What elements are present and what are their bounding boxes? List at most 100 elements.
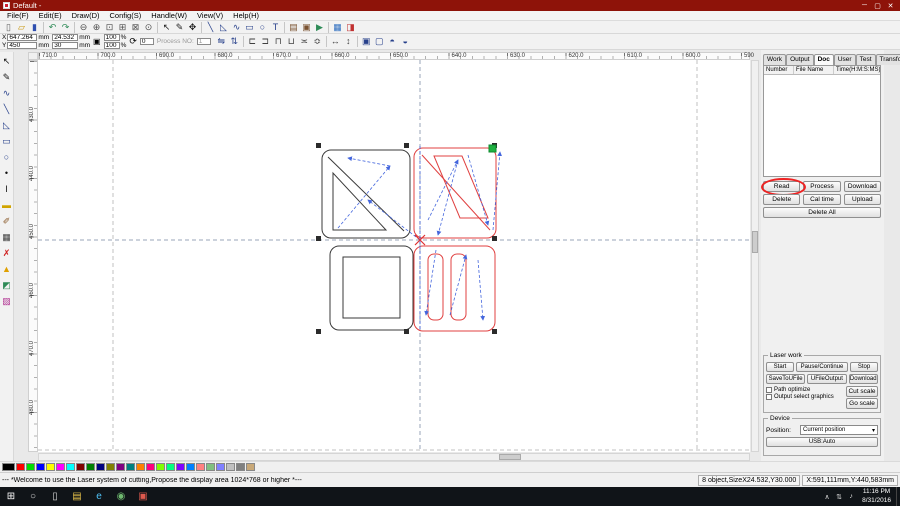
simulate-icon[interactable]: ▶	[313, 21, 326, 33]
laserwork-app-icon[interactable]: ▣	[132, 487, 154, 506]
color-swatch[interactable]	[146, 463, 155, 471]
x-position-input[interactable]	[7, 34, 37, 41]
tab-work[interactable]: Work	[763, 54, 786, 65]
color-swatch[interactable]	[86, 463, 95, 471]
minimize-button[interactable]: ─	[858, 2, 871, 9]
draw-text-icon[interactable]: T	[269, 21, 282, 33]
menu-draw[interactable]: Draw(D)	[67, 11, 105, 20]
task-view-icon[interactable]: ▯	[44, 487, 66, 506]
process-button[interactable]: Process	[803, 181, 840, 192]
zoom-out-icon[interactable]: ⊖	[77, 21, 90, 33]
capsule-tool-icon[interactable]: ▬	[1, 199, 13, 211]
rotate-input[interactable]	[140, 38, 154, 45]
read-button[interactable]: Read	[763, 181, 800, 192]
aspect-lock-icon[interactable]: ▣	[93, 37, 101, 46]
align-center-v-icon[interactable]: ≎	[311, 36, 324, 48]
node-edit-icon[interactable]: ✎	[173, 21, 186, 33]
text-tool-icon[interactable]: I	[1, 183, 13, 195]
start-button[interactable]: ⊞	[0, 487, 22, 506]
pan-icon[interactable]: ✥	[186, 21, 199, 33]
vertical-scrollbar[interactable]	[751, 60, 759, 452]
point-tool-icon[interactable]: •	[1, 167, 13, 179]
to-back-icon[interactable]: ◒	[399, 36, 412, 48]
zoom-page-icon[interactable]: ⊞	[116, 21, 129, 33]
rotate-icon[interactable]: ⟳	[129, 36, 137, 47]
group-icon[interactable]: ▣	[360, 36, 373, 48]
color-swatch[interactable]	[26, 463, 35, 471]
align-left-icon[interactable]: ⊏	[246, 36, 259, 48]
pen-tool-icon[interactable]: ✐	[1, 215, 13, 227]
ungroup-icon[interactable]: ▢	[373, 36, 386, 48]
draw-line-icon[interactable]: ╲	[204, 21, 217, 33]
system-settings-icon[interactable]: ◨	[344, 21, 357, 33]
array-tool-icon[interactable]: ▦	[1, 231, 13, 243]
horizontal-scrollbar-thumb[interactable]	[499, 454, 521, 460]
polyline-tool-icon[interactable]: ◺	[1, 119, 13, 131]
mirror-vertical-icon[interactable]: ⇅	[228, 36, 241, 48]
tab-output[interactable]: Output	[786, 54, 814, 65]
color-swatch[interactable]	[196, 463, 205, 471]
menu-file[interactable]: File(F)	[2, 11, 34, 20]
position-dropdown[interactable]: Current position ▾	[800, 425, 878, 435]
maximize-button[interactable]: ▢	[871, 2, 884, 10]
output-icon[interactable]: ▤	[287, 21, 300, 33]
width-input[interactable]	[52, 34, 78, 41]
search-icon[interactable]: ○	[22, 487, 44, 506]
color-swatch[interactable]	[206, 463, 215, 471]
canvas[interactable]	[38, 60, 750, 452]
to-front-icon[interactable]: ◓	[386, 36, 399, 48]
menu-handle[interactable]: Handle(W)	[146, 11, 192, 20]
tab-user[interactable]: User	[834, 54, 856, 65]
mirror-horizontal-icon[interactable]: ⇋	[215, 36, 228, 48]
node-edit-tool-icon[interactable]: ✎	[1, 71, 13, 83]
edge-browser-icon[interactable]: e	[88, 487, 110, 506]
color-swatch[interactable]	[106, 463, 115, 471]
color-swatch[interactable]	[236, 463, 245, 471]
vertical-scrollbar-thumb[interactable]	[752, 231, 758, 253]
draw-ellipse-icon[interactable]: ○	[256, 21, 269, 33]
undo-icon[interactable]: ↶	[46, 21, 59, 33]
tab-doc[interactable]: Doc	[814, 54, 834, 65]
save-icon[interactable]: ▮	[28, 21, 41, 33]
align-top-icon[interactable]: ⊓	[272, 36, 285, 48]
select-tool-icon[interactable]: ↖	[1, 55, 13, 67]
color-swatch[interactable]	[246, 463, 255, 471]
chrome-browser-icon[interactable]: ◉	[110, 487, 132, 506]
display-settings-icon[interactable]: ▦	[331, 21, 344, 33]
cut-scale-button[interactable]: Cut scale	[846, 386, 878, 397]
menu-help[interactable]: Help(H)	[228, 11, 264, 20]
color-swatch[interactable]	[166, 463, 175, 471]
device-icon[interactable]: ▣	[300, 21, 313, 33]
usb-auto-button[interactable]: USB:Auto	[766, 437, 878, 447]
delete-tool-icon[interactable]: ✗	[1, 247, 13, 259]
color-swatch[interactable]	[96, 463, 105, 471]
color-swatch[interactable]	[226, 463, 235, 471]
redo-icon[interactable]: ↷	[59, 21, 72, 33]
tab-transform[interactable]: Transform	[876, 54, 900, 65]
zoom-in-icon[interactable]: ⊕	[90, 21, 103, 33]
color-swatch[interactable]	[216, 463, 225, 471]
delete-button[interactable]: Delete	[763, 194, 800, 205]
scale-x-input[interactable]	[104, 34, 120, 41]
same-width-icon[interactable]: ↔	[329, 36, 342, 48]
line-tool-icon[interactable]: ╲	[1, 103, 13, 115]
start-button[interactable]: Start	[766, 362, 794, 372]
scale-y-input[interactable]	[104, 42, 120, 49]
menu-view[interactable]: View(V)	[192, 11, 228, 20]
download-ufile-button[interactable]: Download	[849, 374, 878, 384]
color-swatch[interactable]	[116, 463, 125, 471]
fill-tool-icon[interactable]: ▨	[1, 295, 13, 307]
stop-button[interactable]: Stop	[850, 362, 878, 372]
warning-tool-icon[interactable]: ▲	[1, 263, 13, 275]
taskbar-clock[interactable]: 11:16 PM 8/31/2016	[857, 488, 896, 505]
open-icon[interactable]: ▱	[15, 21, 28, 33]
show-desktop-button[interactable]	[896, 487, 900, 506]
draw-polyline-icon[interactable]: ◺	[217, 21, 230, 33]
output-select-checkbox[interactable]	[766, 394, 772, 400]
align-right-icon[interactable]: ⊐	[259, 36, 272, 48]
tab-test[interactable]: Test	[856, 54, 876, 65]
zoom-all-icon[interactable]: ⊠	[129, 21, 142, 33]
go-scale-button[interactable]: Go scale	[846, 398, 878, 409]
ellipse-tool-icon[interactable]: ○	[1, 151, 13, 163]
delete-all-button[interactable]: Delete All	[763, 207, 881, 218]
